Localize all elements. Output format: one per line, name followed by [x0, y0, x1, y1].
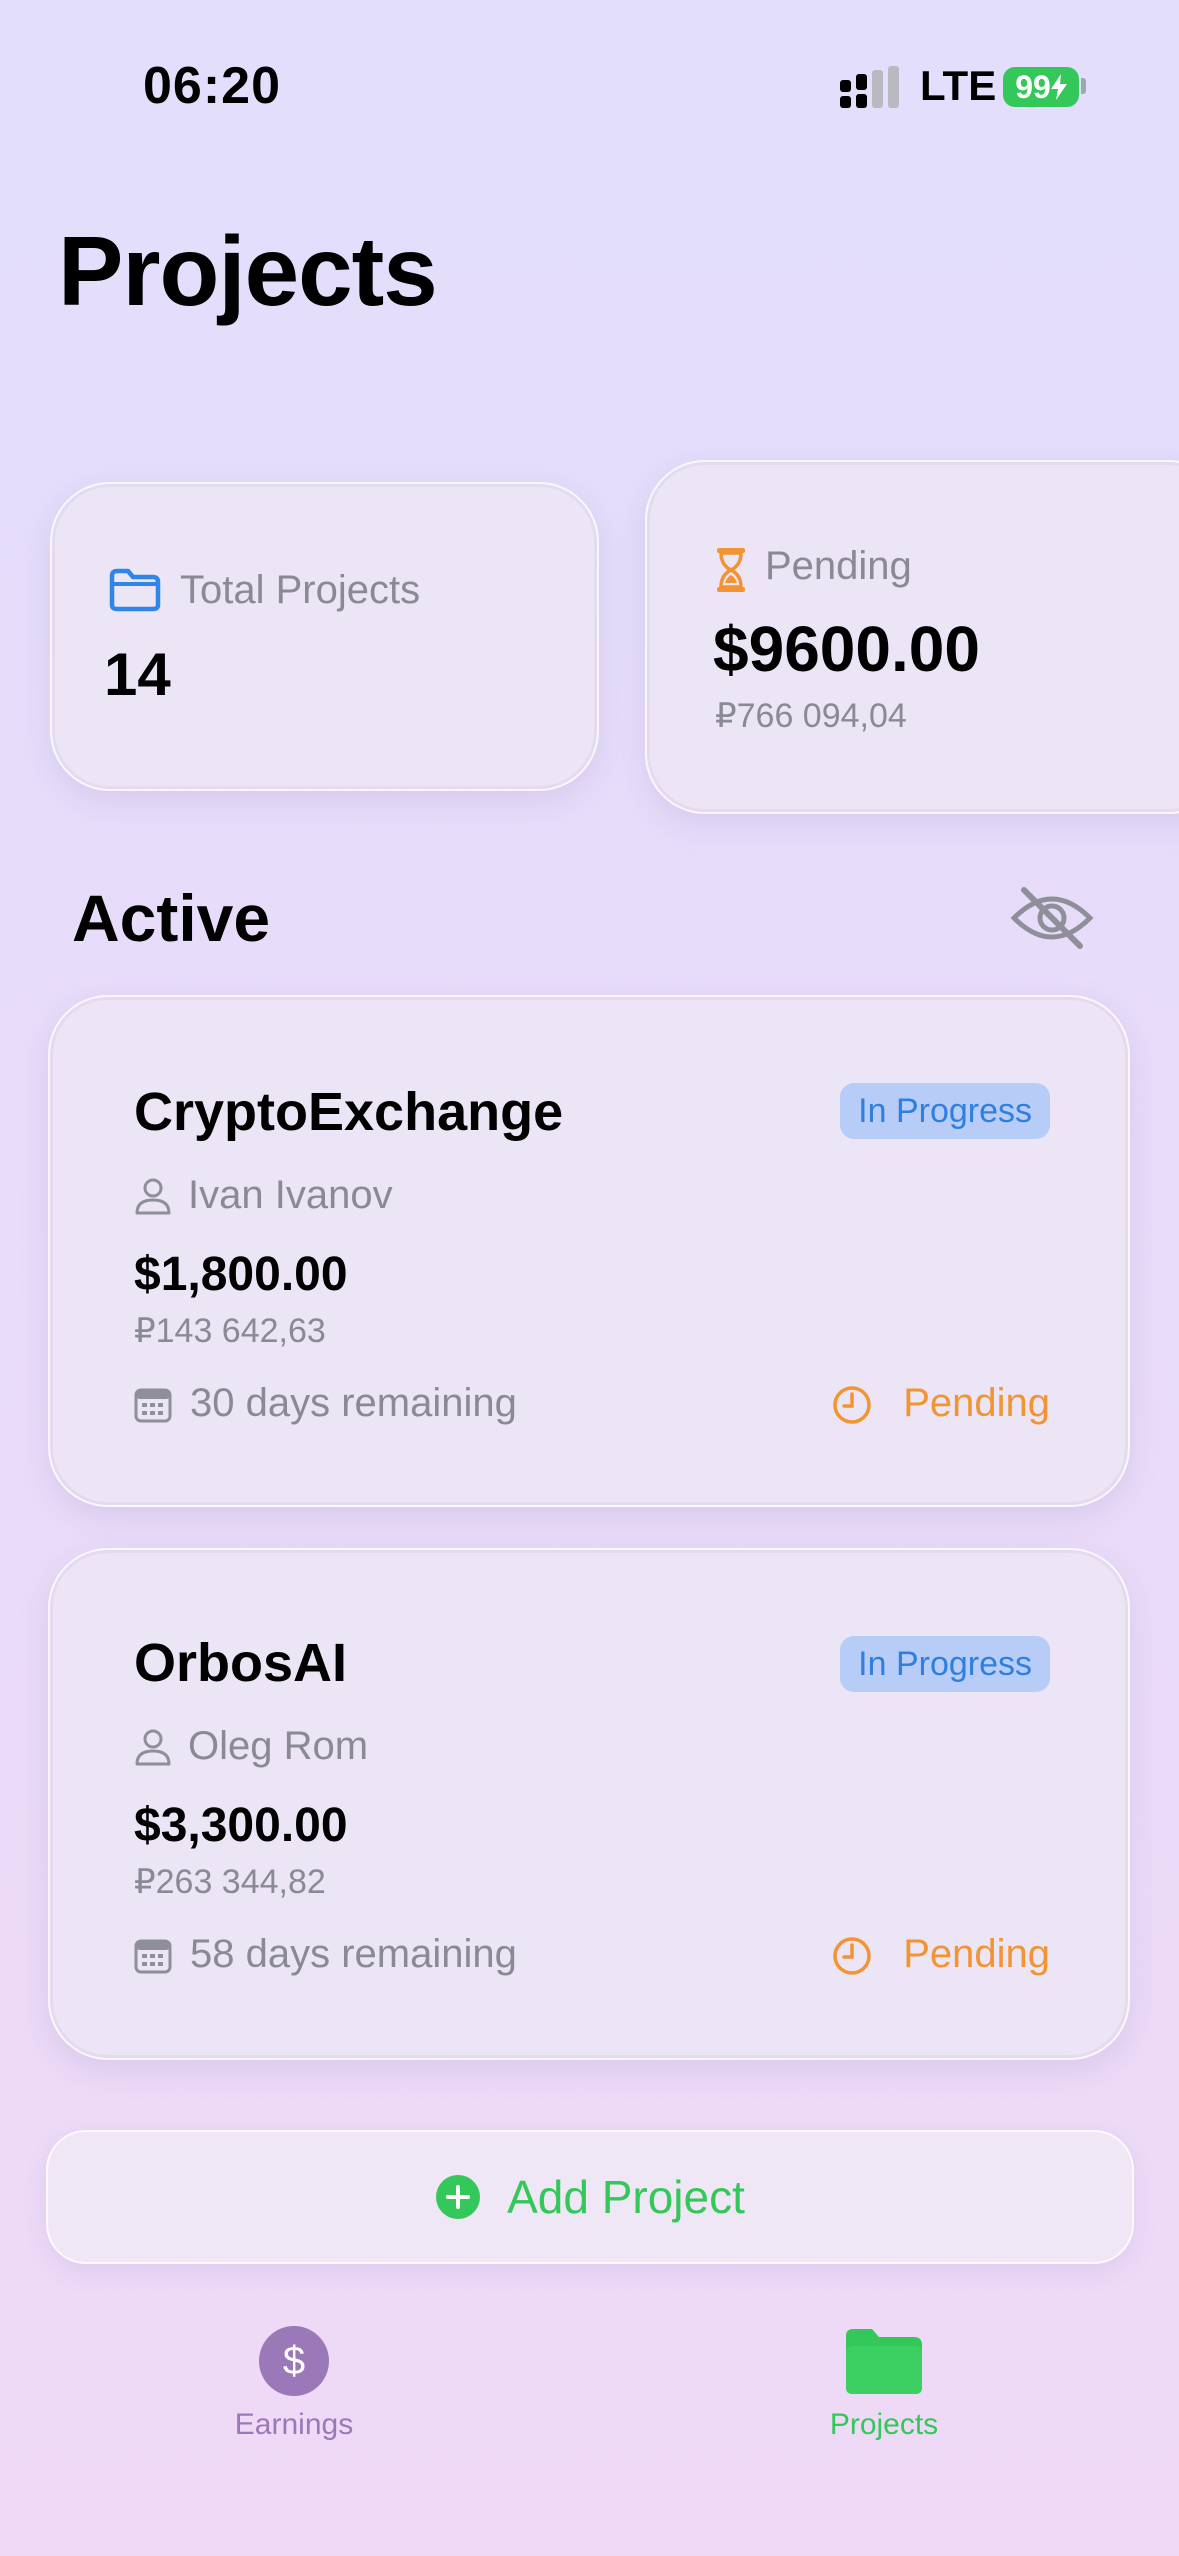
clock-icon: [833, 1937, 871, 1975]
status-badge: In Progress: [840, 1083, 1050, 1139]
project-amount-converted: ₽143 642,63: [134, 1312, 326, 1350]
total-projects-label: Total Projects: [180, 568, 421, 612]
project-card[interactable]: CryptoExchange In Progress Ivan Ivanov $…: [48, 995, 1130, 1507]
battery-cap: [1081, 78, 1086, 94]
add-project-label: Add Project: [507, 2171, 745, 2223]
network-type: LTE: [920, 62, 997, 109]
project-amount: $3,300.00: [134, 1799, 348, 1852]
folder-fill-icon: [846, 2329, 922, 2394]
status-badge: In Progress: [840, 1636, 1050, 1692]
project-amount: $1,800.00: [134, 1248, 348, 1301]
client-name: Oleg Rom: [188, 1724, 369, 1768]
payment-status: Pending: [903, 1381, 1050, 1425]
page-title: Projects: [58, 216, 438, 326]
pending-amount: $9600.00: [713, 613, 980, 685]
pending-converted: ₽766 094,04: [715, 697, 907, 735]
project-name: CryptoExchange: [134, 1082, 564, 1142]
hourglass-icon: [717, 548, 745, 592]
tab-projects[interactable]: Projects: [784, 2326, 984, 2442]
calendar-icon: [134, 1939, 172, 1974]
signal-icon: [840, 66, 899, 108]
folder-icon: [109, 568, 161, 612]
status-time: 06:20: [143, 57, 281, 115]
plus-circle-icon: [436, 2175, 481, 2219]
person-icon: [135, 1729, 171, 1766]
svg-text:$: $: [283, 2339, 305, 2383]
battery-indicator: 99: [1003, 67, 1079, 107]
payment-status: Pending: [903, 1932, 1050, 1976]
clock-icon: [833, 1386, 871, 1424]
dollar-icon: $: [259, 2326, 329, 2396]
eye-slash-icon[interactable]: [1010, 886, 1094, 950]
days-remaining: 58 days remaining: [190, 1932, 517, 1976]
person-icon: [135, 1178, 171, 1215]
tab-earnings[interactable]: $ Earnings: [194, 2326, 394, 2442]
section-title-active: Active: [72, 881, 271, 955]
project-card[interactable]: OrbosAI In Progress Oleg Rom $3,300.00 ₽…: [48, 1548, 1130, 2060]
tab-projects-label: Projects: [829, 2408, 939, 2441]
pending-card: Pending $9600.00 ₽766 094,04: [645, 460, 1179, 814]
tab-earnings-label: Earnings: [234, 2408, 354, 2441]
total-projects-card: Total Projects 14: [50, 482, 599, 791]
project-name: OrbosAI: [134, 1633, 348, 1693]
days-remaining: 30 days remaining: [190, 1381, 517, 1425]
total-projects-value: 14: [104, 641, 171, 708]
add-project-button[interactable]: Add Project: [46, 2130, 1134, 2264]
calendar-icon: [134, 1388, 172, 1423]
charging-bolt-icon: [1050, 74, 1067, 100]
pending-label: Pending: [765, 544, 912, 588]
client-name: Ivan Ivanov: [188, 1173, 393, 1217]
battery-level: 99: [1015, 68, 1051, 105]
project-amount-converted: ₽263 344,82: [134, 1863, 326, 1901]
